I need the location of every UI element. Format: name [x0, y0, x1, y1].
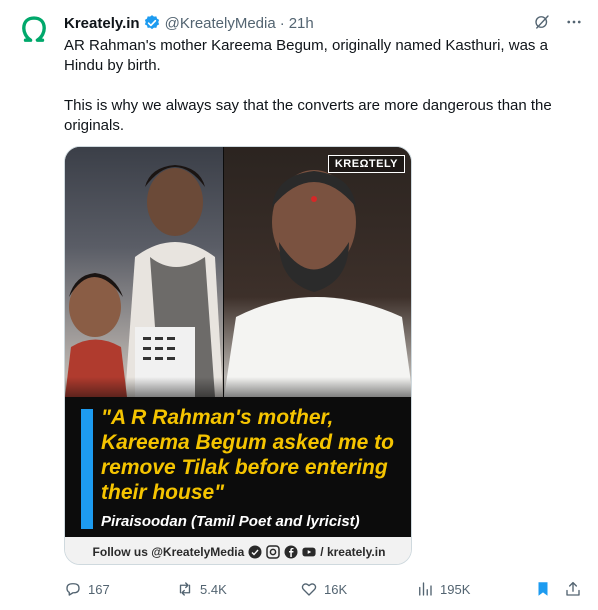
- youtube-icon: [302, 545, 316, 559]
- views-button[interactable]: 195K: [416, 580, 470, 598]
- repost-button[interactable]: 5.4K: [176, 580, 227, 598]
- share-button[interactable]: [564, 580, 582, 598]
- follow-text: Follow us @KreatelyMedia: [92, 544, 245, 559]
- quote-accent-bar: [81, 409, 93, 529]
- view-count: 195K: [440, 581, 471, 597]
- analytics-icon: [419, 582, 432, 596]
- post-header: Kreately.in @KreatelyMedia · 21h: [64, 12, 584, 34]
- action-bar: 167 5.4K 16K 195K: [64, 578, 584, 600]
- bookmark-button[interactable]: [534, 580, 552, 598]
- author-name[interactable]: Kreately.in: [64, 15, 140, 32]
- like-count: 16K: [324, 581, 348, 597]
- repost-count: 5.4K: [200, 581, 227, 597]
- avatar[interactable]: [14, 10, 54, 50]
- verified-badge-icon: [143, 14, 161, 32]
- quote-attribution: Piraisoodan (Tamil Poet and lyricist): [101, 513, 360, 530]
- follow-strip: Follow us @KreatelyMedia / kreately.in: [65, 537, 411, 564]
- reply-button[interactable]: 167: [64, 580, 110, 598]
- reply-count: 167: [88, 581, 110, 597]
- like-button[interactable]: 16K: [300, 580, 347, 598]
- post-text-paragraph-2: This is why we always say that the conve…: [64, 97, 552, 134]
- omega-logo-icon: [22, 16, 46, 42]
- reply-icon: [66, 583, 80, 596]
- separator-dot: ·: [279, 14, 285, 32]
- post-text-paragraph-1: AR Rahman's mother Kareema Begum, origin…: [64, 37, 548, 74]
- media-card[interactable]: KREΩTELY "A R Rahman's mother, Kareema B…: [64, 146, 412, 565]
- twitter-icon: [248, 545, 262, 559]
- photo-left: [65, 147, 223, 397]
- photo-right: [224, 147, 411, 397]
- quote-text: "A R Rahman's mother, Kareema Begum aske…: [101, 406, 394, 504]
- heart-icon: [301, 583, 317, 596]
- post-text: AR Rahman's mother Kareema Begum, origin…: [64, 36, 584, 136]
- instagram-icon: [266, 544, 281, 559]
- post-time[interactable]: 21h: [289, 15, 314, 32]
- share-icon: [566, 581, 580, 596]
- more-options-icon[interactable]: [564, 12, 584, 32]
- brand-watermark: KREΩTELY: [327, 155, 405, 173]
- repost-icon: [179, 582, 191, 596]
- author-handle[interactable]: @KreatelyMedia: [165, 15, 276, 32]
- site-text: / kreately.in: [320, 544, 386, 559]
- post-image[interactable]: KREΩTELY "A R Rahman's mother, Kareema B…: [65, 147, 411, 537]
- grok-icon[interactable]: [532, 12, 552, 32]
- bookmark-icon: [538, 582, 548, 596]
- facebook-icon: [284, 545, 298, 559]
